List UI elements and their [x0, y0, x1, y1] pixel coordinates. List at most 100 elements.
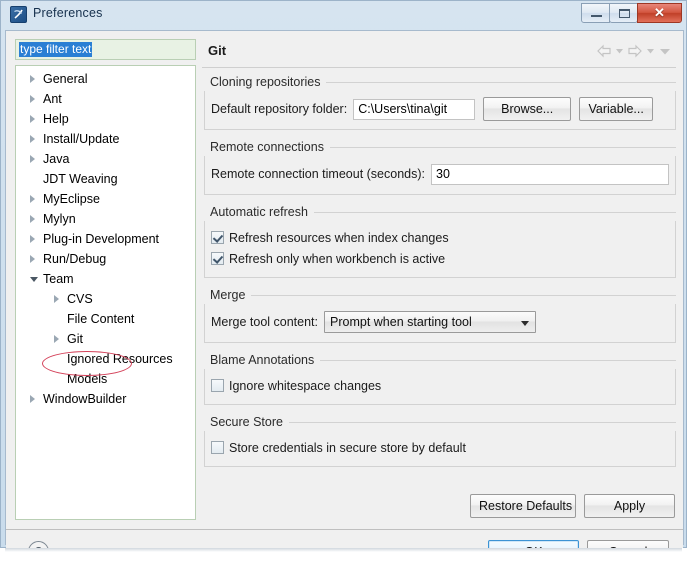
tree-item-label: WindowBuilder [43, 392, 127, 406]
expand-arrow-icon[interactable] [30, 95, 35, 103]
tree-item-label: Ant [43, 92, 62, 106]
tree-item-cvs[interactable]: CVS [16, 289, 195, 309]
group-secure-store: Secure Store Store credentials in secure… [202, 413, 676, 467]
tree-item-label: Run/Debug [43, 252, 107, 266]
tree-item-label: Team [43, 272, 74, 286]
group-body: Merge tool content: Prompt when starting… [204, 304, 676, 343]
browse-button[interactable]: Browse... [483, 97, 572, 121]
expand-arrow-icon[interactable] [30, 235, 35, 243]
expand-arrow-icon[interactable] [30, 395, 35, 403]
tree-item-models[interactable]: Models [16, 369, 195, 389]
group-divider [326, 81, 676, 83]
tree-item-run-debug[interactable]: Run/Debug [16, 249, 195, 269]
group-remote-connections: Remote connections Remote connection tim… [202, 138, 676, 195]
tree-item-label: JDT Weaving [43, 172, 118, 186]
refresh-workbench-active-row[interactable]: Refresh only when workbench is active [205, 248, 675, 269]
back-arrow-icon[interactable] [596, 44, 612, 58]
tree-item-label: Install/Update [43, 132, 120, 146]
preferences-window: Preferences ✕ type filter text General A… [0, 0, 687, 561]
restore-defaults-button[interactable]: Restore Defaults [470, 494, 576, 518]
refresh-resources-checkbox[interactable] [211, 231, 224, 244]
group-title: Blame Annotations [202, 351, 676, 369]
expand-arrow-icon[interactable] [30, 215, 35, 223]
page-header: Git [202, 39, 676, 68]
store-credentials-label: Store credentials in secure store by def… [229, 440, 466, 455]
group-cloning-repositories: Cloning repositories Default repository … [202, 73, 676, 130]
tree-item-windowbuilder[interactable]: WindowBuilder [16, 389, 195, 409]
group-title-label: Cloning repositories [210, 75, 321, 89]
maximize-button[interactable] [609, 3, 638, 23]
expand-arrow-icon[interactable] [30, 255, 35, 263]
group-title-label: Blame Annotations [210, 353, 315, 367]
ignore-whitespace-checkbox[interactable] [211, 379, 224, 392]
tree-item-label: Mylyn [43, 212, 76, 226]
group-title: Merge [202, 286, 676, 304]
group-divider [329, 146, 676, 148]
ignore-whitespace-label: Ignore whitespace changes [229, 378, 382, 393]
back-menu-chevron-down-icon[interactable] [615, 44, 624, 58]
group-body: Remote connection timeout (seconds): 30 [204, 156, 676, 195]
remote-connection-timeout-label: Remote connection timeout (seconds): [211, 167, 425, 181]
view-menu-chevron-down-icon[interactable] [658, 44, 672, 58]
tree-item-file-content[interactable]: File Content [16, 309, 195, 329]
group-body: Store credentials in secure store by def… [204, 431, 676, 467]
expand-arrow-icon[interactable] [54, 335, 59, 343]
store-credentials-checkbox[interactable] [211, 441, 224, 454]
group-title: Secure Store [202, 413, 676, 431]
tree-item-git[interactable]: Git [16, 329, 195, 349]
remote-connection-timeout-input[interactable]: 30 [431, 163, 669, 185]
tree-item-team[interactable]: Team [16, 269, 195, 289]
tree-item-plug-in-development[interactable]: Plug-in Development [16, 229, 195, 249]
tree-item-mylyn[interactable]: Mylyn [16, 209, 195, 229]
group-title: Automatic refresh [202, 203, 676, 221]
tree-item-ant[interactable]: Ant [16, 89, 195, 109]
merge-tool-content-value: Prompt when starting tool [330, 315, 472, 329]
default-repository-folder-label: Default repository folder: [211, 102, 348, 116]
preferences-icon [10, 6, 27, 23]
preferences-dialog-screenshot: Preferences ✕ type filter text General A… [0, 0, 687, 561]
group-body: Default repository folder: C:\Users\tina… [204, 91, 676, 130]
group-merge: Merge Merge tool content: Prompt when st… [202, 286, 676, 343]
group-title-label: Merge [210, 288, 246, 302]
close-button[interactable]: ✕ [637, 3, 682, 23]
tree-item-install-update[interactable]: Install/Update [16, 129, 195, 149]
forward-arrow-icon[interactable] [627, 44, 643, 58]
collapse-arrow-icon[interactable] [30, 277, 38, 282]
window-title: Preferences [33, 6, 103, 20]
ignore-whitespace-row[interactable]: Ignore whitespace changes [205, 375, 675, 396]
expand-arrow-icon[interactable] [30, 155, 35, 163]
maximize-icon [619, 9, 630, 18]
expand-arrow-icon[interactable] [54, 295, 59, 303]
expand-arrow-icon[interactable] [30, 75, 35, 83]
apply-button[interactable]: Apply [584, 494, 675, 518]
tree-item-ignored-resources[interactable]: Ignored Resources [16, 349, 195, 369]
merge-tool-content-select[interactable]: Prompt when starting tool [324, 311, 537, 333]
store-credentials-row[interactable]: Store credentials in secure store by def… [205, 437, 675, 458]
group-body: Refresh resources when index changes Ref… [204, 221, 676, 278]
tree-item-jdt-weaving[interactable]: JDT Weaving [16, 169, 195, 189]
expand-arrow-icon[interactable] [30, 115, 35, 123]
expand-arrow-icon[interactable] [30, 135, 35, 143]
group-automatic-refresh: Automatic refresh Refresh resources when… [202, 203, 676, 278]
refresh-resources-row[interactable]: Refresh resources when index changes [205, 227, 675, 248]
window-titlebar: Preferences ✕ [1, 1, 686, 29]
page-nav-tools [596, 44, 672, 58]
tree-item-java[interactable]: Java [16, 149, 195, 169]
group-divider [251, 294, 676, 296]
tree-item-general[interactable]: General [16, 69, 195, 89]
default-repository-folder-input[interactable]: C:\Users\tina\git [353, 98, 476, 120]
window-shadow [0, 548, 687, 561]
expand-arrow-icon[interactable] [30, 195, 35, 203]
variable-button[interactable]: Variable... [579, 97, 654, 121]
tree-item-myeclipse[interactable]: MyEclipse [16, 189, 195, 209]
refresh-workbench-active-checkbox[interactable] [211, 252, 224, 265]
minimize-button[interactable] [581, 3, 610, 23]
page-title: Git [208, 43, 227, 58]
forward-menu-chevron-down-icon[interactable] [646, 44, 655, 58]
group-body: Ignore whitespace changes [204, 369, 676, 405]
preference-tree[interactable]: General Ant Help Install/Update Java JDT… [15, 65, 196, 520]
page-action-buttons: Restore Defaults Apply [470, 494, 675, 518]
filter-input[interactable]: type filter text [15, 39, 196, 60]
group-blame-annotations: Blame Annotations Ignore whitespace chan… [202, 351, 676, 405]
tree-item-help[interactable]: Help [16, 109, 195, 129]
